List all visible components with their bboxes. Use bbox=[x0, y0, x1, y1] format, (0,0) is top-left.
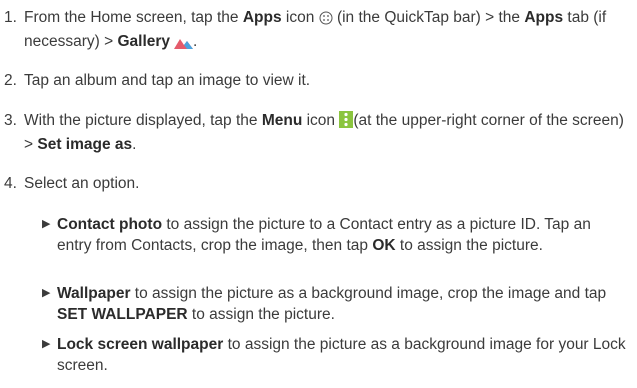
step-text: With the picture displayed, tap the Menu… bbox=[24, 111, 624, 153]
option-text: Contact photo to assign the picture to a… bbox=[57, 216, 591, 254]
option-text: Wallpaper to assign the picture as a bac… bbox=[57, 285, 607, 323]
step-text: Tap an album and tap an image to view it… bbox=[24, 72, 311, 89]
step-2: 2. Tap an album and tap an image to view… bbox=[4, 70, 629, 91]
step-text: Select an option. bbox=[24, 175, 140, 192]
gallery-icon bbox=[174, 34, 194, 55]
set-image-as-label: Set image as bbox=[37, 136, 133, 153]
step-text: From the Home screen, tap the Apps icon … bbox=[24, 7, 629, 55]
step-number: 2. bbox=[4, 72, 17, 89]
step-4: 4. Select an option. bbox=[4, 173, 629, 194]
step-number: 4. bbox=[4, 175, 17, 192]
apps-label: Apps bbox=[242, 9, 282, 26]
option-lock-screen-wallpaper: ▶ Lock screen wallpaper to assign the pi… bbox=[42, 334, 629, 376]
bullet-icon: ▶ bbox=[42, 218, 51, 230]
bullet-icon: ▶ bbox=[42, 338, 51, 350]
menu-icon bbox=[339, 111, 354, 134]
step-1: 1. From the Home screen, tap the Apps ic… bbox=[4, 7, 629, 55]
step-3: 3. With the picture displayed, tap the M… bbox=[4, 110, 629, 155]
step-number: 1. bbox=[4, 9, 17, 26]
gallery-label: Gallery bbox=[117, 33, 171, 50]
bullet-icon: ▶ bbox=[42, 287, 51, 299]
step-number: 3. bbox=[4, 112, 17, 129]
option-wallpaper: ▶ Wallpaper to assign the picture as a b… bbox=[42, 283, 629, 325]
option-text: Lock screen wallpaper to assign the pict… bbox=[57, 336, 626, 374]
option-contact-photo: ▶ Contact photo to assign the picture to… bbox=[42, 214, 629, 256]
apps-icon bbox=[319, 10, 333, 31]
menu-label: Menu bbox=[261, 112, 303, 129]
apps-tab-label: Apps bbox=[524, 9, 564, 26]
